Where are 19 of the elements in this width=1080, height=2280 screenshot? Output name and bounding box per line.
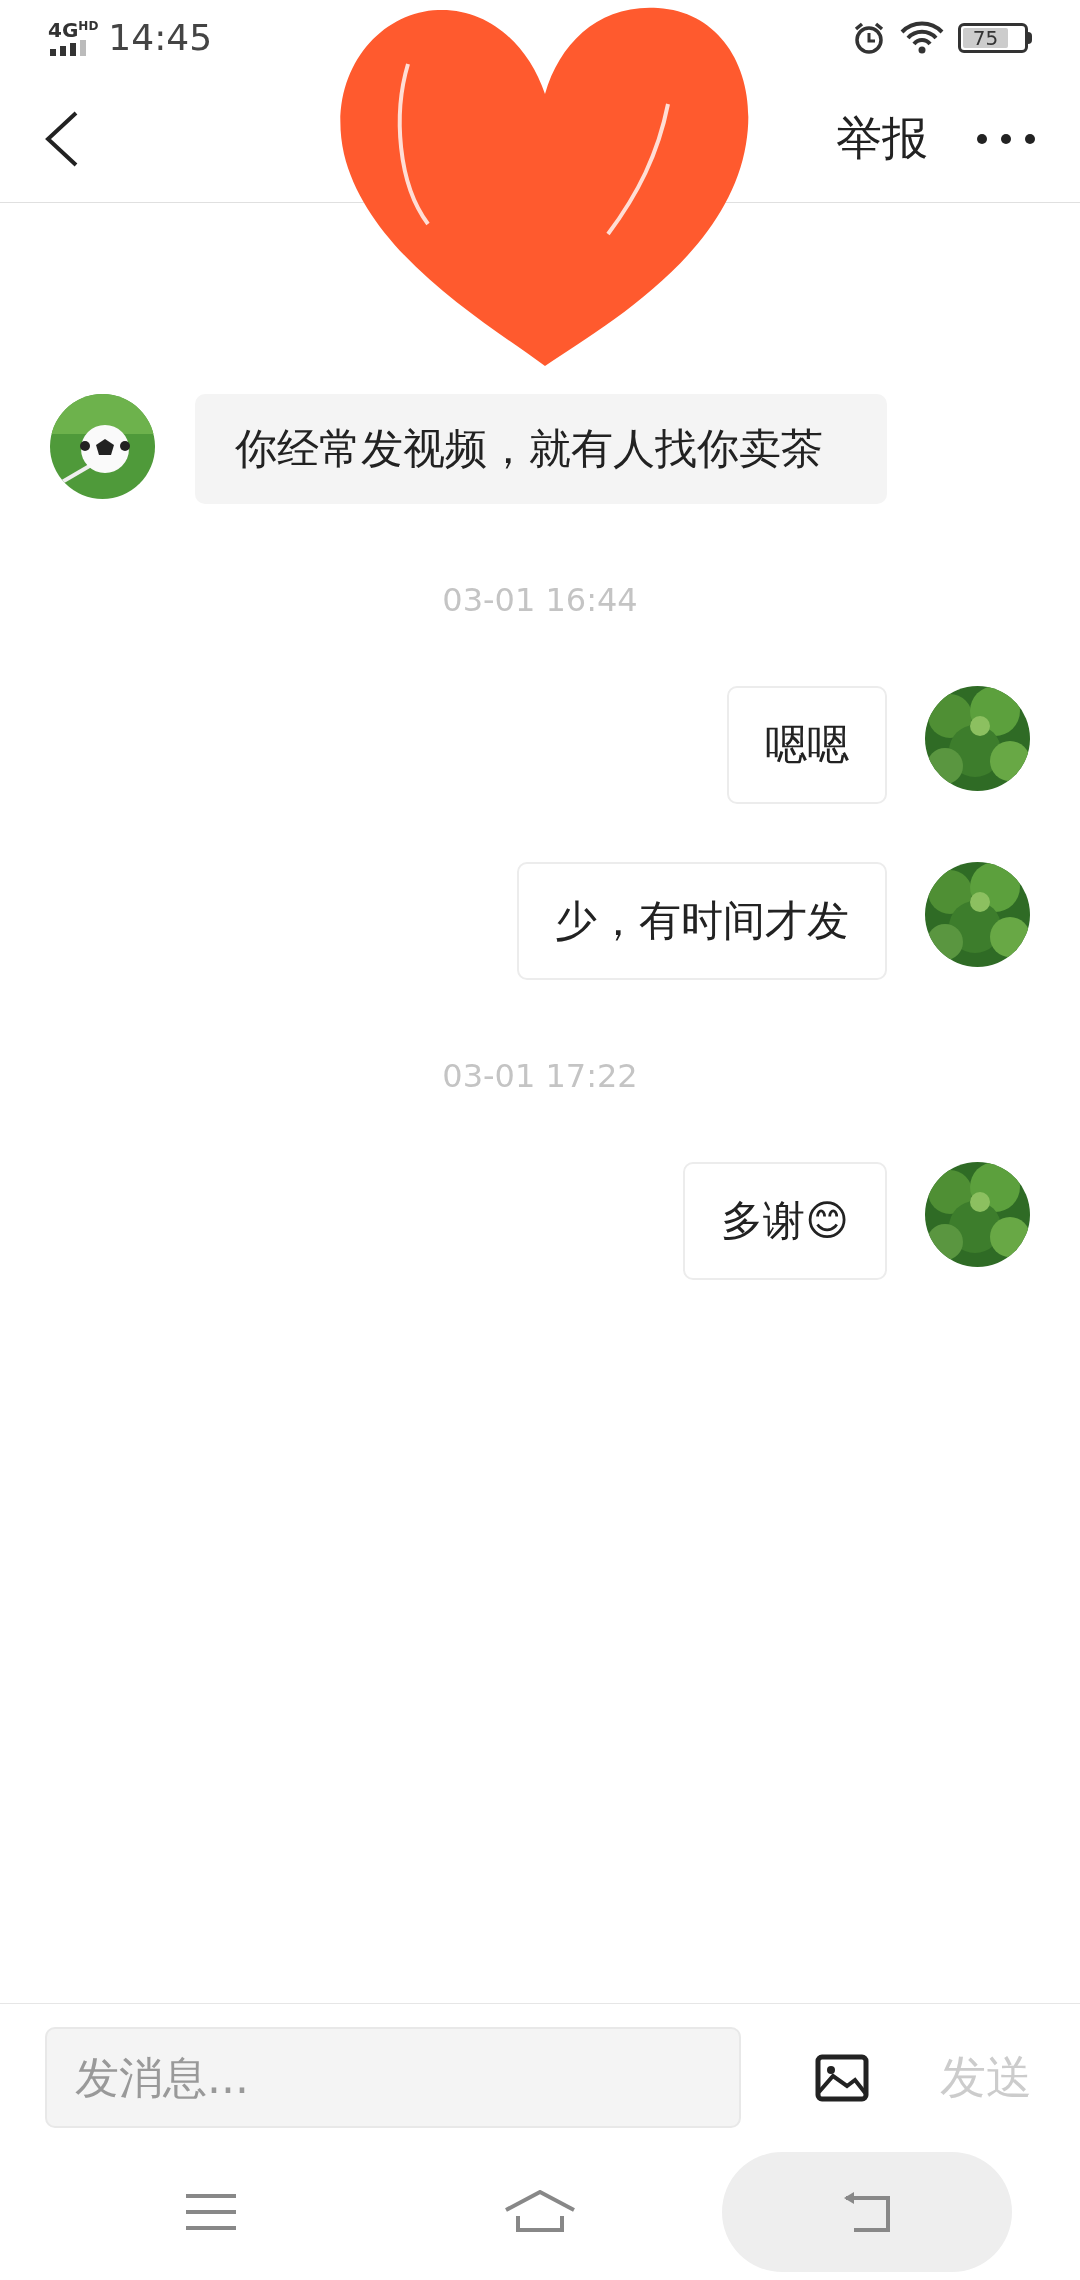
network-label: HD [78,19,99,32]
message-bubble: 你经常发视频，就有人找你卖茶 [195,394,887,504]
report-link[interactable]: 举报 [836,104,928,173]
wifi-icon [900,20,944,55]
alarm-icon [852,20,886,55]
timestamp: 03-01 16:44 [442,580,638,621]
menu-icon[interactable] [186,2191,236,2232]
message-bubble: 嗯嗯 [727,686,887,804]
clock-time: 14:45 [108,19,213,56]
message-input[interactable]: 发消息... [45,2027,741,2128]
back-nav-icon[interactable] [842,2189,892,2234]
network-label: 4G [48,19,79,40]
more-icon[interactable] [976,132,1036,145]
timestamp: 03-01 17:22 [442,1056,638,1097]
home-icon[interactable] [504,2189,576,2234]
image-icon[interactable] [815,2053,869,2102]
back-icon[interactable] [44,110,80,167]
message-bubble: 多谢😊 [683,1162,887,1280]
message-bubble: 少，有时间才发 [517,862,887,980]
